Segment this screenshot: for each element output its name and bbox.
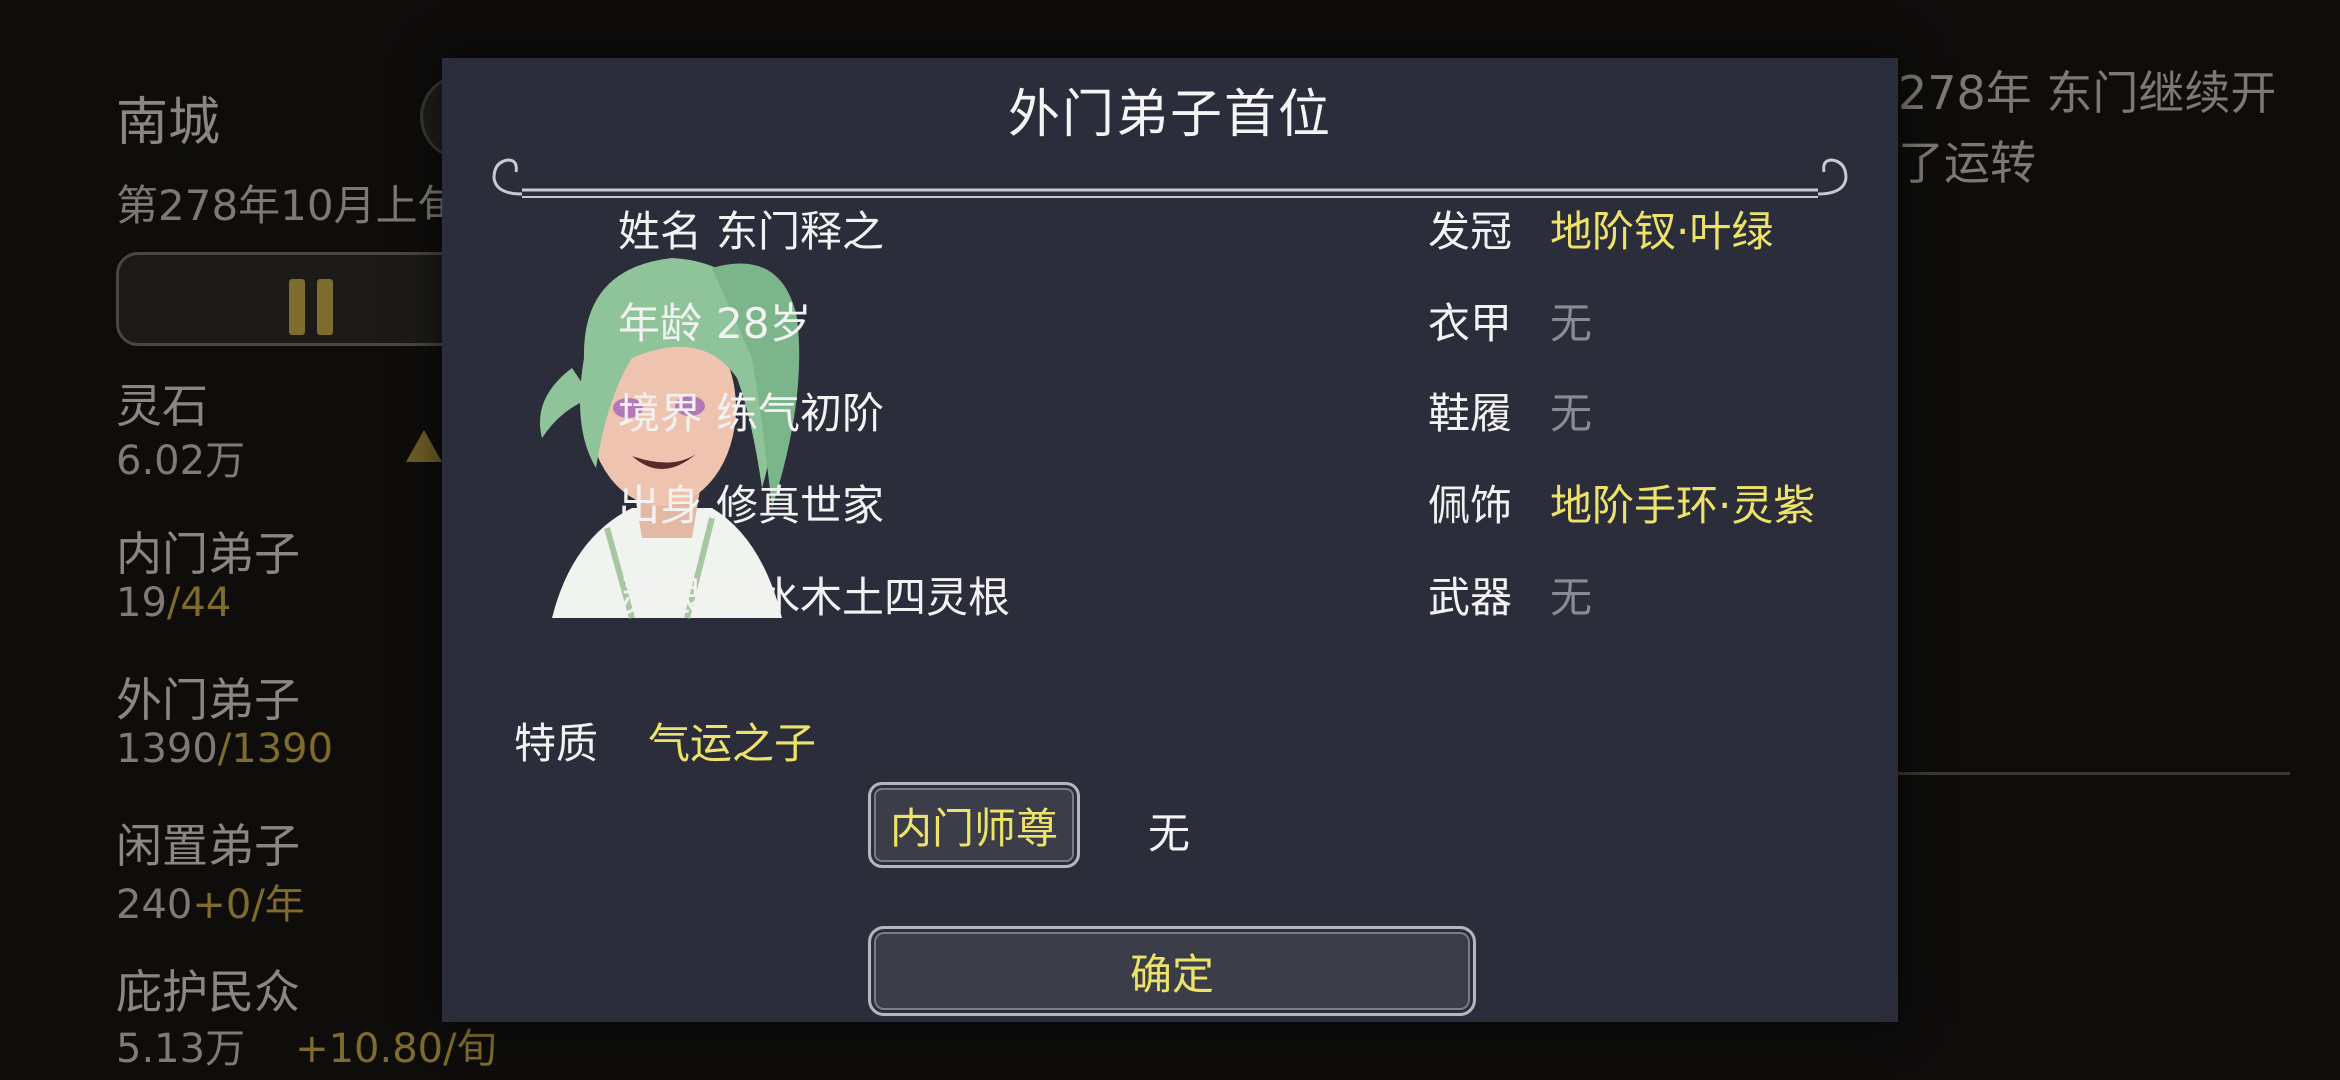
trait-label: 特质 — [514, 719, 599, 768]
stat-inner-disciples-value: 19/44 — [116, 580, 232, 626]
name-label: 姓名 — [618, 207, 703, 256]
armor-value: 无 — [1550, 299, 1593, 348]
weapon-value: 无 — [1550, 573, 1593, 622]
stat-inner-disciples-label: 内门弟子 — [116, 527, 300, 581]
city-name: 南城 — [116, 93, 221, 153]
weapon-label: 武器 — [1428, 573, 1513, 622]
game-date: 第278年10月上旬 — [116, 181, 460, 230]
name-value: 东门释之 — [716, 207, 885, 256]
crown-value[interactable]: 地阶钗·叶绿 — [1550, 198, 1773, 259]
speed-control[interactable] — [116, 252, 482, 346]
stat-spirit-stone-label: 灵石 — [116, 379, 208, 433]
stat-protected-people-label: 庇护民众 — [116, 965, 300, 1019]
stat-idle-disciples-label: 闲置弟子 — [116, 819, 300, 873]
realm-value: 练气初阶 — [716, 389, 885, 438]
inner-master-value: 无 — [1148, 809, 1191, 858]
divider — [1880, 772, 2290, 775]
confirm-button[interactable]: 确定 — [868, 926, 1476, 1016]
stat-outer-disciples-value: 1390/1390 — [116, 726, 334, 772]
spirit-root-label: 灵根 — [618, 573, 703, 622]
age-value: 28岁 — [716, 299, 812, 348]
origin-value: 修真世家 — [716, 481, 885, 530]
stat-spirit-stone-value: 6.02万 — [116, 438, 246, 484]
disciple-detail-dialog: 外门弟子首位 姓名 东门释之 年龄 28岁 境界 练气初阶 出身 修真世家 灵根… — [442, 58, 1898, 1022]
dialog-title: 外门弟子首位 — [1007, 85, 1332, 145]
spirit-root-value: 金水木土四灵根 — [716, 573, 1011, 622]
pause-icon[interactable] — [289, 279, 339, 335]
shoes-value: 无 — [1550, 389, 1593, 438]
origin-label: 出身 — [618, 481, 703, 530]
crown-label: 发冠 — [1428, 207, 1513, 256]
stat-protected-people-value: 5.13万 +10.80/旬 — [116, 1026, 497, 1072]
stat-idle-disciples-value: 240+0/年 — [116, 882, 305, 928]
accessory-label: 佩饰 — [1428, 481, 1513, 530]
armor-label: 衣甲 — [1428, 299, 1513, 348]
inner-master-button[interactable]: 内门师尊 — [868, 782, 1080, 868]
age-label: 年龄 — [618, 299, 703, 348]
increase-arrow-icon — [406, 430, 442, 462]
event-log: 第278年 东门继续开始了运转 — [1852, 66, 2277, 190]
accessory-value[interactable]: 地阶手环·灵紫 — [1550, 472, 1815, 533]
realm-label: 境界 — [618, 389, 703, 438]
stat-outer-disciples-label: 外门弟子 — [116, 673, 300, 727]
shoes-label: 鞋履 — [1428, 389, 1513, 438]
trait-value[interactable]: 气运之子 — [648, 710, 816, 771]
